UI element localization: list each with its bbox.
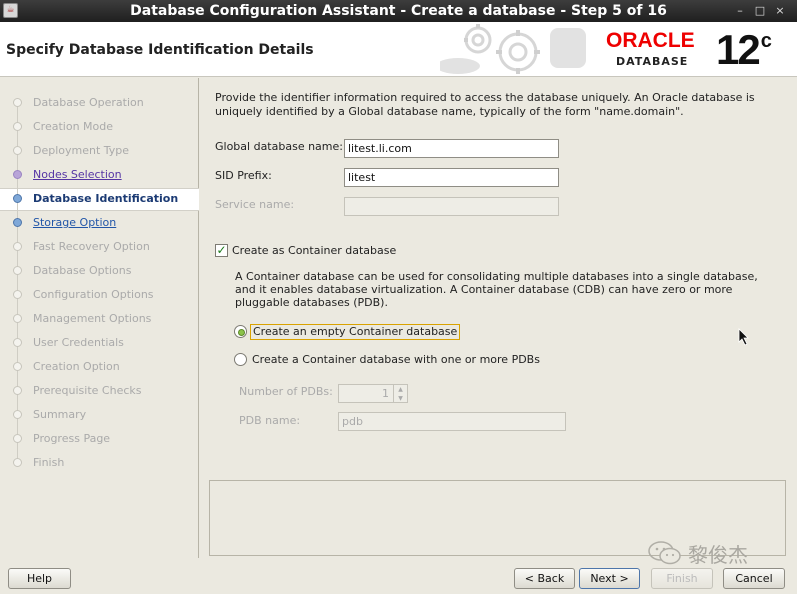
- version-number: 12: [716, 26, 761, 73]
- sidebar-step-user-credentials: User Credentials: [33, 336, 124, 349]
- sidebar-step-configuration-options: Configuration Options: [33, 288, 154, 301]
- sid-prefix-input[interactable]: litest: [344, 168, 559, 187]
- spinner-up-icon[interactable]: ▲: [393, 385, 407, 394]
- container-db-checkbox[interactable]: ✓: [215, 244, 228, 257]
- sidebar-step-creation-mode: Creation Mode: [33, 120, 114, 133]
- wechat-icon: [648, 540, 682, 566]
- oracle-logo: ORACLE DATABASE: [606, 29, 714, 70]
- cancel-button[interactable]: Cancel: [723, 568, 785, 589]
- back-button[interactable]: < Back: [514, 568, 575, 589]
- header-banner: Specify Database Identification Details …: [0, 22, 797, 77]
- container-with-pdbs-radio[interactable]: [234, 353, 247, 366]
- step-indicator-icon: [13, 386, 22, 395]
- oracle-logo-subtext: DATABASE: [616, 55, 689, 68]
- step-indicator-icon: [13, 146, 22, 155]
- container-db-checkbox-label[interactable]: Create as Container database: [232, 244, 396, 257]
- step-indicator-icon: [13, 290, 22, 299]
- mouse-cursor-icon: [738, 328, 749, 346]
- maximize-button[interactable]: □: [753, 3, 767, 18]
- sidebar-step-finish: Finish: [33, 456, 65, 469]
- step-indicator-icon: [13, 410, 22, 419]
- step-indicator-icon: [13, 266, 22, 275]
- global-db-name-label: Global database name:: [215, 140, 343, 153]
- java-app-icon: ☕: [3, 3, 18, 18]
- sidebar-step-database-identification[interactable]: Database Identification: [33, 191, 178, 207]
- close-button[interactable]: ×: [773, 3, 787, 18]
- empty-container-radio[interactable]: [234, 325, 247, 338]
- help-button[interactable]: Help: [8, 568, 71, 589]
- num-pdbs-spinner[interactable]: 1 ▲ ▼: [338, 384, 408, 403]
- minimize-button[interactable]: –: [733, 3, 747, 18]
- title-bar: ☕ Database Configuration Assistant - Cre…: [0, 0, 797, 22]
- sidebar-step-summary: Summary: [33, 408, 87, 421]
- version-suffix: c: [760, 30, 772, 52]
- step-indicator-icon: [13, 314, 22, 323]
- step-indicator-icon: [13, 194, 22, 203]
- steps-connector-line: [17, 102, 18, 462]
- steps-sidebar: Database Operation Creation Mode Deploymen…: [0, 78, 199, 558]
- sidebar-step-prerequisite-checks: Prerequisite Checks: [33, 384, 142, 397]
- step-indicator-icon: [13, 218, 22, 227]
- oracle-logo-text: ORACLE: [606, 29, 695, 52]
- step-indicator-icon: [13, 458, 22, 467]
- service-name-label: Service name:: [215, 198, 295, 211]
- sidebar-step-database-operation: Database Operation: [33, 96, 144, 109]
- step-indicator-icon: [13, 170, 22, 179]
- sid-prefix-label: SID Prefix:: [215, 169, 272, 182]
- sidebar-step-management-options: Management Options: [33, 312, 152, 325]
- watermark-text: 黎俊杰: [688, 542, 748, 567]
- step-indicator-icon: [13, 242, 22, 251]
- global-db-name-input[interactable]: litest.li.com: [344, 139, 559, 158]
- finish-button[interactable]: Finish: [651, 568, 713, 589]
- step-indicator-icon: [13, 98, 22, 107]
- empty-container-radio-label[interactable]: Create an empty Container database: [250, 324, 461, 340]
- step-indicator-icon: [13, 434, 22, 443]
- window-title: Database Configuration Assistant - Creat…: [130, 3, 667, 19]
- spinner-down-icon[interactable]: ▼: [393, 394, 407, 403]
- sidebar-step-deployment-type: Deployment Type: [33, 144, 130, 157]
- page-title: Specify Database Identification Details: [6, 42, 314, 58]
- main-content: Provide the identifier information requi…: [200, 78, 797, 558]
- step-indicator-icon: [13, 338, 22, 347]
- step-indicator-icon: [13, 362, 22, 371]
- step-indicator-icon: [13, 122, 22, 131]
- num-pdbs-label: Number of PDBs:: [239, 385, 333, 398]
- container-with-pdbs-radio-label[interactable]: Create a Container database with one or …: [252, 353, 540, 366]
- next-button[interactable]: Next >: [579, 568, 640, 589]
- description-text: Provide the identifier information requi…: [215, 91, 755, 118]
- sidebar-step-nodes-selection[interactable]: Nodes Selection: [33, 167, 122, 183]
- version-badge: 12 c: [716, 26, 772, 74]
- sidebar-step-database-options: Database Options: [33, 264, 132, 277]
- pdb-name-input[interactable]: pdb: [338, 412, 566, 431]
- service-name-input[interactable]: [344, 197, 559, 216]
- num-pdbs-value: 1: [382, 387, 389, 400]
- sidebar-step-fast-recovery-option: Fast Recovery Option: [33, 240, 150, 253]
- watermark: 黎俊杰: [648, 538, 748, 568]
- sidebar-step-storage-option[interactable]: Storage Option: [33, 215, 116, 231]
- container-db-description: A Container database can be used for con…: [235, 270, 758, 309]
- sidebar-step-progress-page: Progress Page: [33, 432, 111, 445]
- pdb-name-label: PDB name:: [239, 414, 301, 427]
- sidebar-step-creation-option: Creation Option: [33, 360, 120, 373]
- gears-decoration-icon: [440, 22, 600, 77]
